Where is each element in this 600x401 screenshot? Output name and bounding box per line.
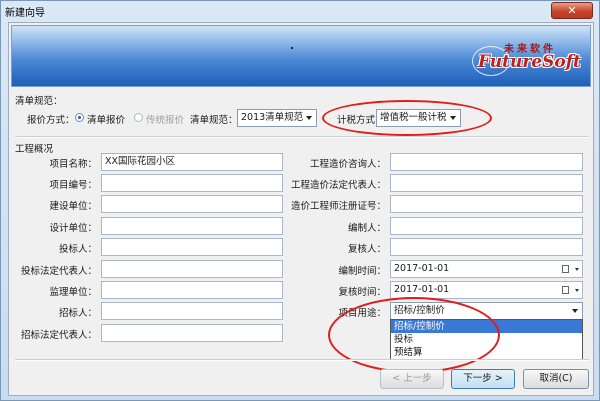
project-section-title: 工程概况 <box>15 144 54 155</box>
tenderer-rep-label: 招标法定代表人： <box>20 330 97 341</box>
compile-date-picker[interactable]: 2017-01-01 <box>390 260 583 278</box>
cancel-button[interactable]: 取消(C) <box>523 369 589 389</box>
title-bar: 新建向导 ✕ <box>1 1 599 21</box>
calendar-icon[interactable] <box>562 286 569 294</box>
design-unit-input[interactable] <box>101 217 283 235</box>
banner-dot <box>291 47 293 49</box>
compiler-input[interactable] <box>390 217 583 235</box>
qingdan-section-title: 清单规范： <box>15 96 63 107</box>
supervisor-label: 监理单位： <box>49 287 97 298</box>
supervisor-input[interactable] <box>101 281 283 299</box>
review-date-value: 2017-01-01 <box>394 284 450 295</box>
close-button[interactable]: ✕ <box>551 2 593 19</box>
cost-consultant-label: 工程造价咨询人： <box>309 159 386 170</box>
banner: 未来软件 FutureSoft <box>11 25 591 87</box>
bidder-rep-label: 投标法定代表人： <box>20 266 97 277</box>
divider <box>15 136 589 138</box>
project-number-input[interactable] <box>101 174 283 192</box>
radio-qingdan-pricing[interactable] <box>75 113 84 122</box>
compile-date-label: 编制时间： <box>338 266 386 277</box>
calendar-icon[interactable] <box>562 265 569 273</box>
cost-consultant-input[interactable] <box>390 153 583 171</box>
compiler-label: 编制人： <box>347 223 386 234</box>
radio-qingdan-pricing-label[interactable]: 清单报价 <box>87 112 125 126</box>
project-name-input[interactable]: XX国际花园小区 <box>101 153 283 171</box>
design-unit-label: 设计单位： <box>49 223 97 234</box>
wizard-window: 新建向导 ✕ 未来软件 FutureSoft 清单规范： 报价方式： 清单报价 … <box>0 0 600 401</box>
reviewer-input[interactable] <box>390 238 583 256</box>
cost-engineer-cert-input[interactable] <box>390 195 583 213</box>
futuresoft-logo: 未来软件 FutureSoft <box>472 40 587 80</box>
spec-select-value: 2013清单规范 <box>241 112 304 123</box>
highlight-ellipse-purpose <box>328 297 500 373</box>
chevron-down-icon[interactable] <box>575 268 579 271</box>
cost-legal-rep-input[interactable] <box>390 174 583 192</box>
project-name-label: 项目名称： <box>49 159 97 170</box>
radio-traditional-pricing-label[interactable]: 传统报价 <box>146 112 184 126</box>
compile-date-value: 2017-01-01 <box>394 263 450 274</box>
footer-divider <box>15 359 589 361</box>
spec-select[interactable]: 2013清单规范 <box>237 109 317 127</box>
next-button[interactable]: 下一步 > <box>451 369 515 389</box>
reviewer-label: 复核人： <box>347 244 386 255</box>
bidder-input[interactable] <box>101 238 283 256</box>
cost-engineer-cert-label: 造价工程师注册证号： <box>290 201 386 212</box>
construction-unit-input[interactable] <box>101 195 283 213</box>
chevron-down-icon <box>306 116 312 120</box>
window-title: 新建向导 <box>5 8 45 19</box>
wizard-content: 未来软件 FutureSoft 清单规范： 报价方式： 清单报价 传统报价 清单… <box>8 22 594 396</box>
chevron-down-icon <box>572 309 578 313</box>
cost-legal-rep-label: 工程造价法定代表人： <box>290 180 386 191</box>
radio-traditional-pricing[interactable] <box>134 113 143 122</box>
bidder-label: 投标人： <box>58 244 97 255</box>
tenderer-input[interactable] <box>101 302 283 320</box>
tenderer-label: 招标人： <box>58 308 97 319</box>
prev-button[interactable]: < 上一步 <box>380 369 444 389</box>
spec-label: 清单规范： <box>190 115 238 126</box>
project-number-label: 项目编号： <box>49 180 97 191</box>
logo-en-text: FutureSoft <box>478 52 581 72</box>
chevron-down-icon[interactable] <box>575 289 579 292</box>
highlight-ellipse-tax <box>322 100 492 136</box>
review-date-label: 复核时间： <box>338 287 386 298</box>
tenderer-rep-input[interactable] <box>101 324 283 342</box>
pricing-label: 报价方式： <box>27 115 75 126</box>
bidder-rep-input[interactable] <box>101 260 283 278</box>
construction-unit-label: 建设单位： <box>49 201 97 212</box>
